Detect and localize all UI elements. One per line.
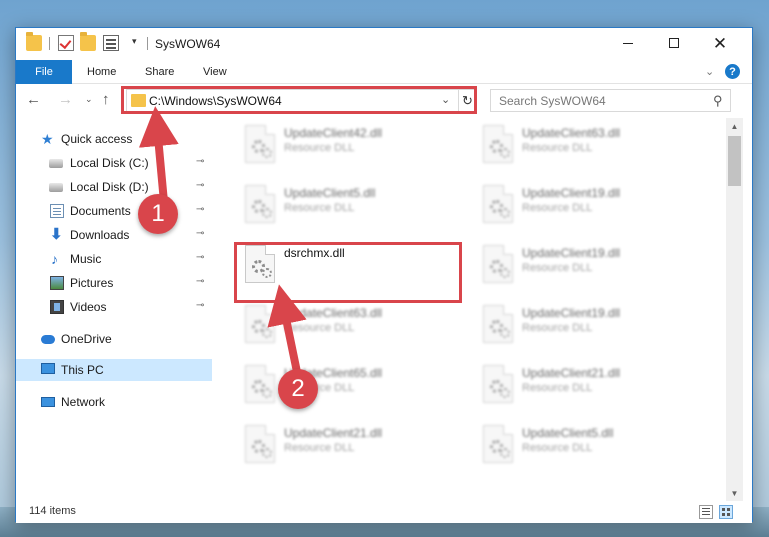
arrow-1 [138,106,179,203]
step-2-badge: 2 [278,369,318,409]
step-1-badge: 1 [138,194,178,234]
arrow-2 [267,284,307,373]
annotation-arrows [138,106,307,373]
